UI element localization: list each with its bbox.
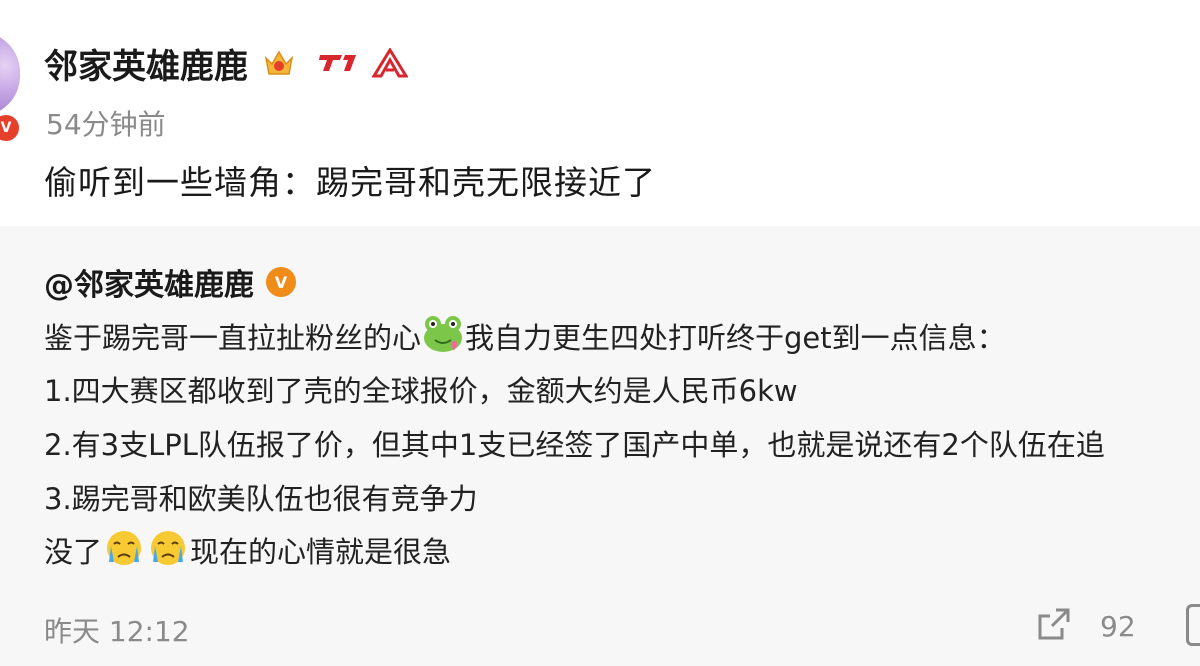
crying-emoji-icon (107, 531, 142, 565)
repost-line-4: 3.踢完哥和欧美队伍也很有竞争力 (44, 482, 478, 516)
share-count: 92 (1100, 610, 1136, 643)
frog-emoji-icon (424, 316, 463, 352)
repost-line-1: 鉴于踢完哥一直拉扯粉丝的心 我自力更生四处打听终于get到一点信息： (44, 314, 1006, 357)
crown-badge-icon (264, 50, 294, 75)
comment-icon[interactable] (1186, 604, 1200, 646)
repost-line-3: 2.有3支LPL队伍报了价，但其中1支已经签了国产中单，也就是说还有2个队伍在追 (44, 428, 1105, 462)
post-time: 54分钟前 (46, 108, 166, 141)
repost-line-5b: 现在的心情就是很急 (190, 535, 452, 569)
post-text: 偷听到一些墙角：踢完哥和壳无限接近了 (44, 163, 656, 202)
avatar[interactable] (0, 32, 20, 116)
t1-team-logo-icon (319, 55, 356, 71)
repost-card[interactable]: @邻家英雄鹿鹿 V 鉴于踢完哥一直拉扯粉丝的心 我自力更生四处打听终于get到一… (0, 226, 1200, 666)
repost-time: 昨天 12:12 (44, 615, 190, 648)
crying-emoji-icon (151, 531, 186, 565)
post-header: 邻家英雄鹿鹿 (44, 38, 408, 88)
league-logo-icon (372, 48, 408, 78)
repost-line-5: 没了 现在的心情就是很急 (44, 528, 451, 571)
repost-author-row: @邻家英雄鹿鹿 V (44, 260, 296, 304)
repost-line-5a: 没了 (44, 535, 103, 569)
share-icon[interactable] (1034, 604, 1074, 644)
verified-badge-icon: V (0, 112, 22, 144)
repost-line-1a: 鉴于踢完哥一直拉扯粉丝的心 (44, 321, 422, 355)
verified-badge-icon: V (266, 267, 296, 297)
repost-author-name[interactable]: @邻家英雄鹿鹿 (44, 260, 254, 304)
repost-line-1b: 我自力更生四处打听终于get到一点信息： (465, 321, 1006, 355)
repost-line-2: 1.四大赛区都收到了壳的全球报价，金额大约是人民币6kw (44, 374, 798, 408)
username[interactable]: 邻家英雄鹿鹿 (44, 39, 248, 88)
